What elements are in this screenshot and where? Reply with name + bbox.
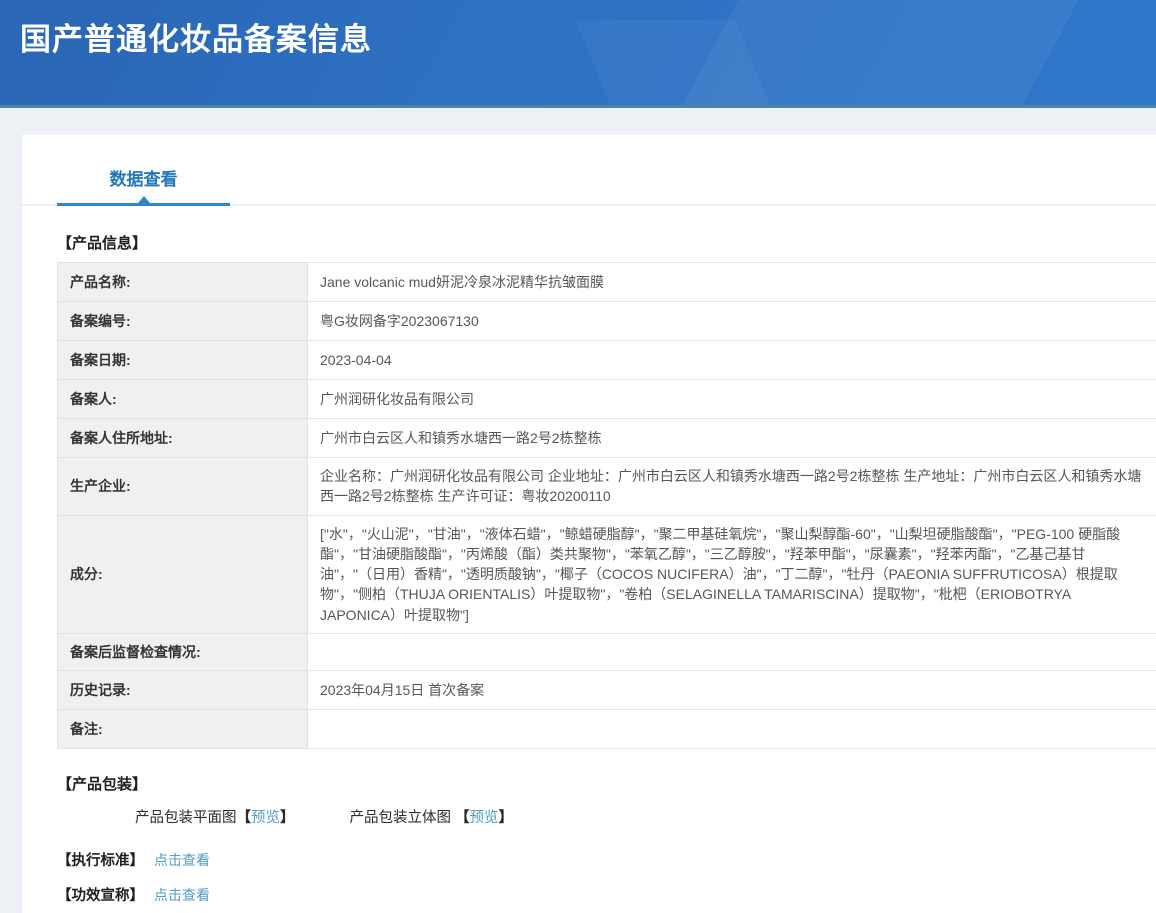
table-row: 生产企业: 企业名称：广州润研化妆品有限公司 企业地址：广州市白云区人和镇秀水塘… <box>58 458 1156 516</box>
row-value <box>308 710 1156 749</box>
bracket-close: 】 <box>499 810 514 826</box>
table-row: 产品名称: Jane volcanic mud妍泥冷泉冰泥精华抗皱面膜 <box>58 263 1156 302</box>
table-row: 备案人住所地址: 广州市白云区人和镇秀水塘西一路2号2栋整栋 <box>58 419 1156 458</box>
row-value: 广州润研化妆品有限公司 <box>308 380 1156 419</box>
product-info-table: 产品名称: Jane volcanic mud妍泥冷泉冰泥精华抗皱面膜 备案编号… <box>57 262 1156 749</box>
tab-active-arrow-icon <box>138 196 150 203</box>
tab-active-underline <box>57 203 230 206</box>
page-title: 国产普通化妆品备案信息 <box>0 0 1156 59</box>
row-label: 备案编号: <box>58 302 308 341</box>
row-value <box>308 634 1156 671</box>
table-row: 备案后监督检查情况: <box>58 634 1156 671</box>
tab-data-view-label: 数据查看 <box>110 170 178 189</box>
table-row: 备案编号: 粤G妆网备字2023067130 <box>58 302 1156 341</box>
bracket-close: 】 <box>280 810 295 826</box>
table-row: 备案日期: 2023-04-04 <box>58 341 1156 380</box>
row-value: Jane volcanic mud妍泥冷泉冰泥精华抗皱面膜 <box>308 263 1156 302</box>
packaging-stereo-preview-link[interactable]: 预览 <box>470 810 499 826</box>
row-value: 企业名称：广州润研化妆品有限公司 企业地址：广州市白云区人和镇秀水塘西一路2号2… <box>308 458 1156 516</box>
row-label: 备注: <box>58 710 308 749</box>
page-header: 国产普通化妆品备案信息 <box>0 0 1156 108</box>
row-value: 粤G妆网备字2023067130 <box>308 302 1156 341</box>
packaging-stereo-label: 产品包装立体图 <box>350 810 452 826</box>
table-row: 历史记录: 2023年04月15日 首次备案 <box>58 671 1156 710</box>
table-row: 备案人: 广州润研化妆品有限公司 <box>58 380 1156 419</box>
row-value: 2023年04月15日 首次备案 <box>308 671 1156 710</box>
packaging-stereo-item: 产品包装立体图 【预览】 <box>350 806 514 827</box>
row-label: 生产企业: <box>58 458 308 516</box>
efficacy-claim-label: 【功效宣称】 <box>57 884 144 905</box>
efficacy-claim-line: 【功效宣称】 点击查看 <box>57 884 1156 905</box>
content-card: 数据查看 【产品信息】 产品名称: Jane volcanic mud妍泥冷泉冰… <box>22 135 1156 913</box>
bracket-open: 【 <box>237 810 252 826</box>
tab-data-view[interactable]: 数据查看 <box>57 165 230 204</box>
row-label: 备案日期: <box>58 341 308 380</box>
row-label: 产品名称: <box>58 263 308 302</box>
row-label: 历史记录: <box>58 671 308 710</box>
execution-standard-label: 【执行标准】 <box>57 849 144 870</box>
table-row: 成分: ["水"，"火山泥"，"甘油"，"液体石蜡"，"鲸蜡硬脂醇"，"聚二甲基… <box>58 515 1156 633</box>
table-row: 备注: <box>58 710 1156 749</box>
bracket-open: 【 <box>455 810 470 826</box>
row-label: 备案人住所地址: <box>58 419 308 458</box>
row-value: 广州市白云区人和镇秀水塘西一路2号2栋整栋 <box>308 419 1156 458</box>
row-label: 备案人: <box>58 380 308 419</box>
execution-standard-view-link[interactable]: 点击查看 <box>154 850 210 870</box>
packaging-flat-preview-link[interactable]: 预览 <box>251 810 280 826</box>
efficacy-claim-view-link[interactable]: 点击查看 <box>154 885 210 905</box>
packaging-preview-line: 产品包装平面图【预览】 产品包装立体图 【预览】 <box>135 806 1156 827</box>
row-value: 2023-04-04 <box>308 341 1156 380</box>
row-label: 成分: <box>58 515 308 633</box>
execution-standard-line: 【执行标准】 点击查看 <box>57 849 1156 870</box>
packaging-flat-item: 产品包装平面图【预览】 <box>135 806 295 827</box>
packaging-section-title: 【产品包装】 <box>57 773 1156 794</box>
row-value: ["水"，"火山泥"，"甘油"，"液体石蜡"，"鲸蜡硬脂醇"，"聚二甲基硅氧烷"… <box>308 515 1156 633</box>
row-label: 备案后监督检查情况: <box>58 634 308 671</box>
tab-bar: 数据查看 <box>22 135 1156 206</box>
product-info-section-title: 【产品信息】 <box>57 232 1156 253</box>
packaging-flat-label: 产品包装平面图 <box>135 810 237 826</box>
